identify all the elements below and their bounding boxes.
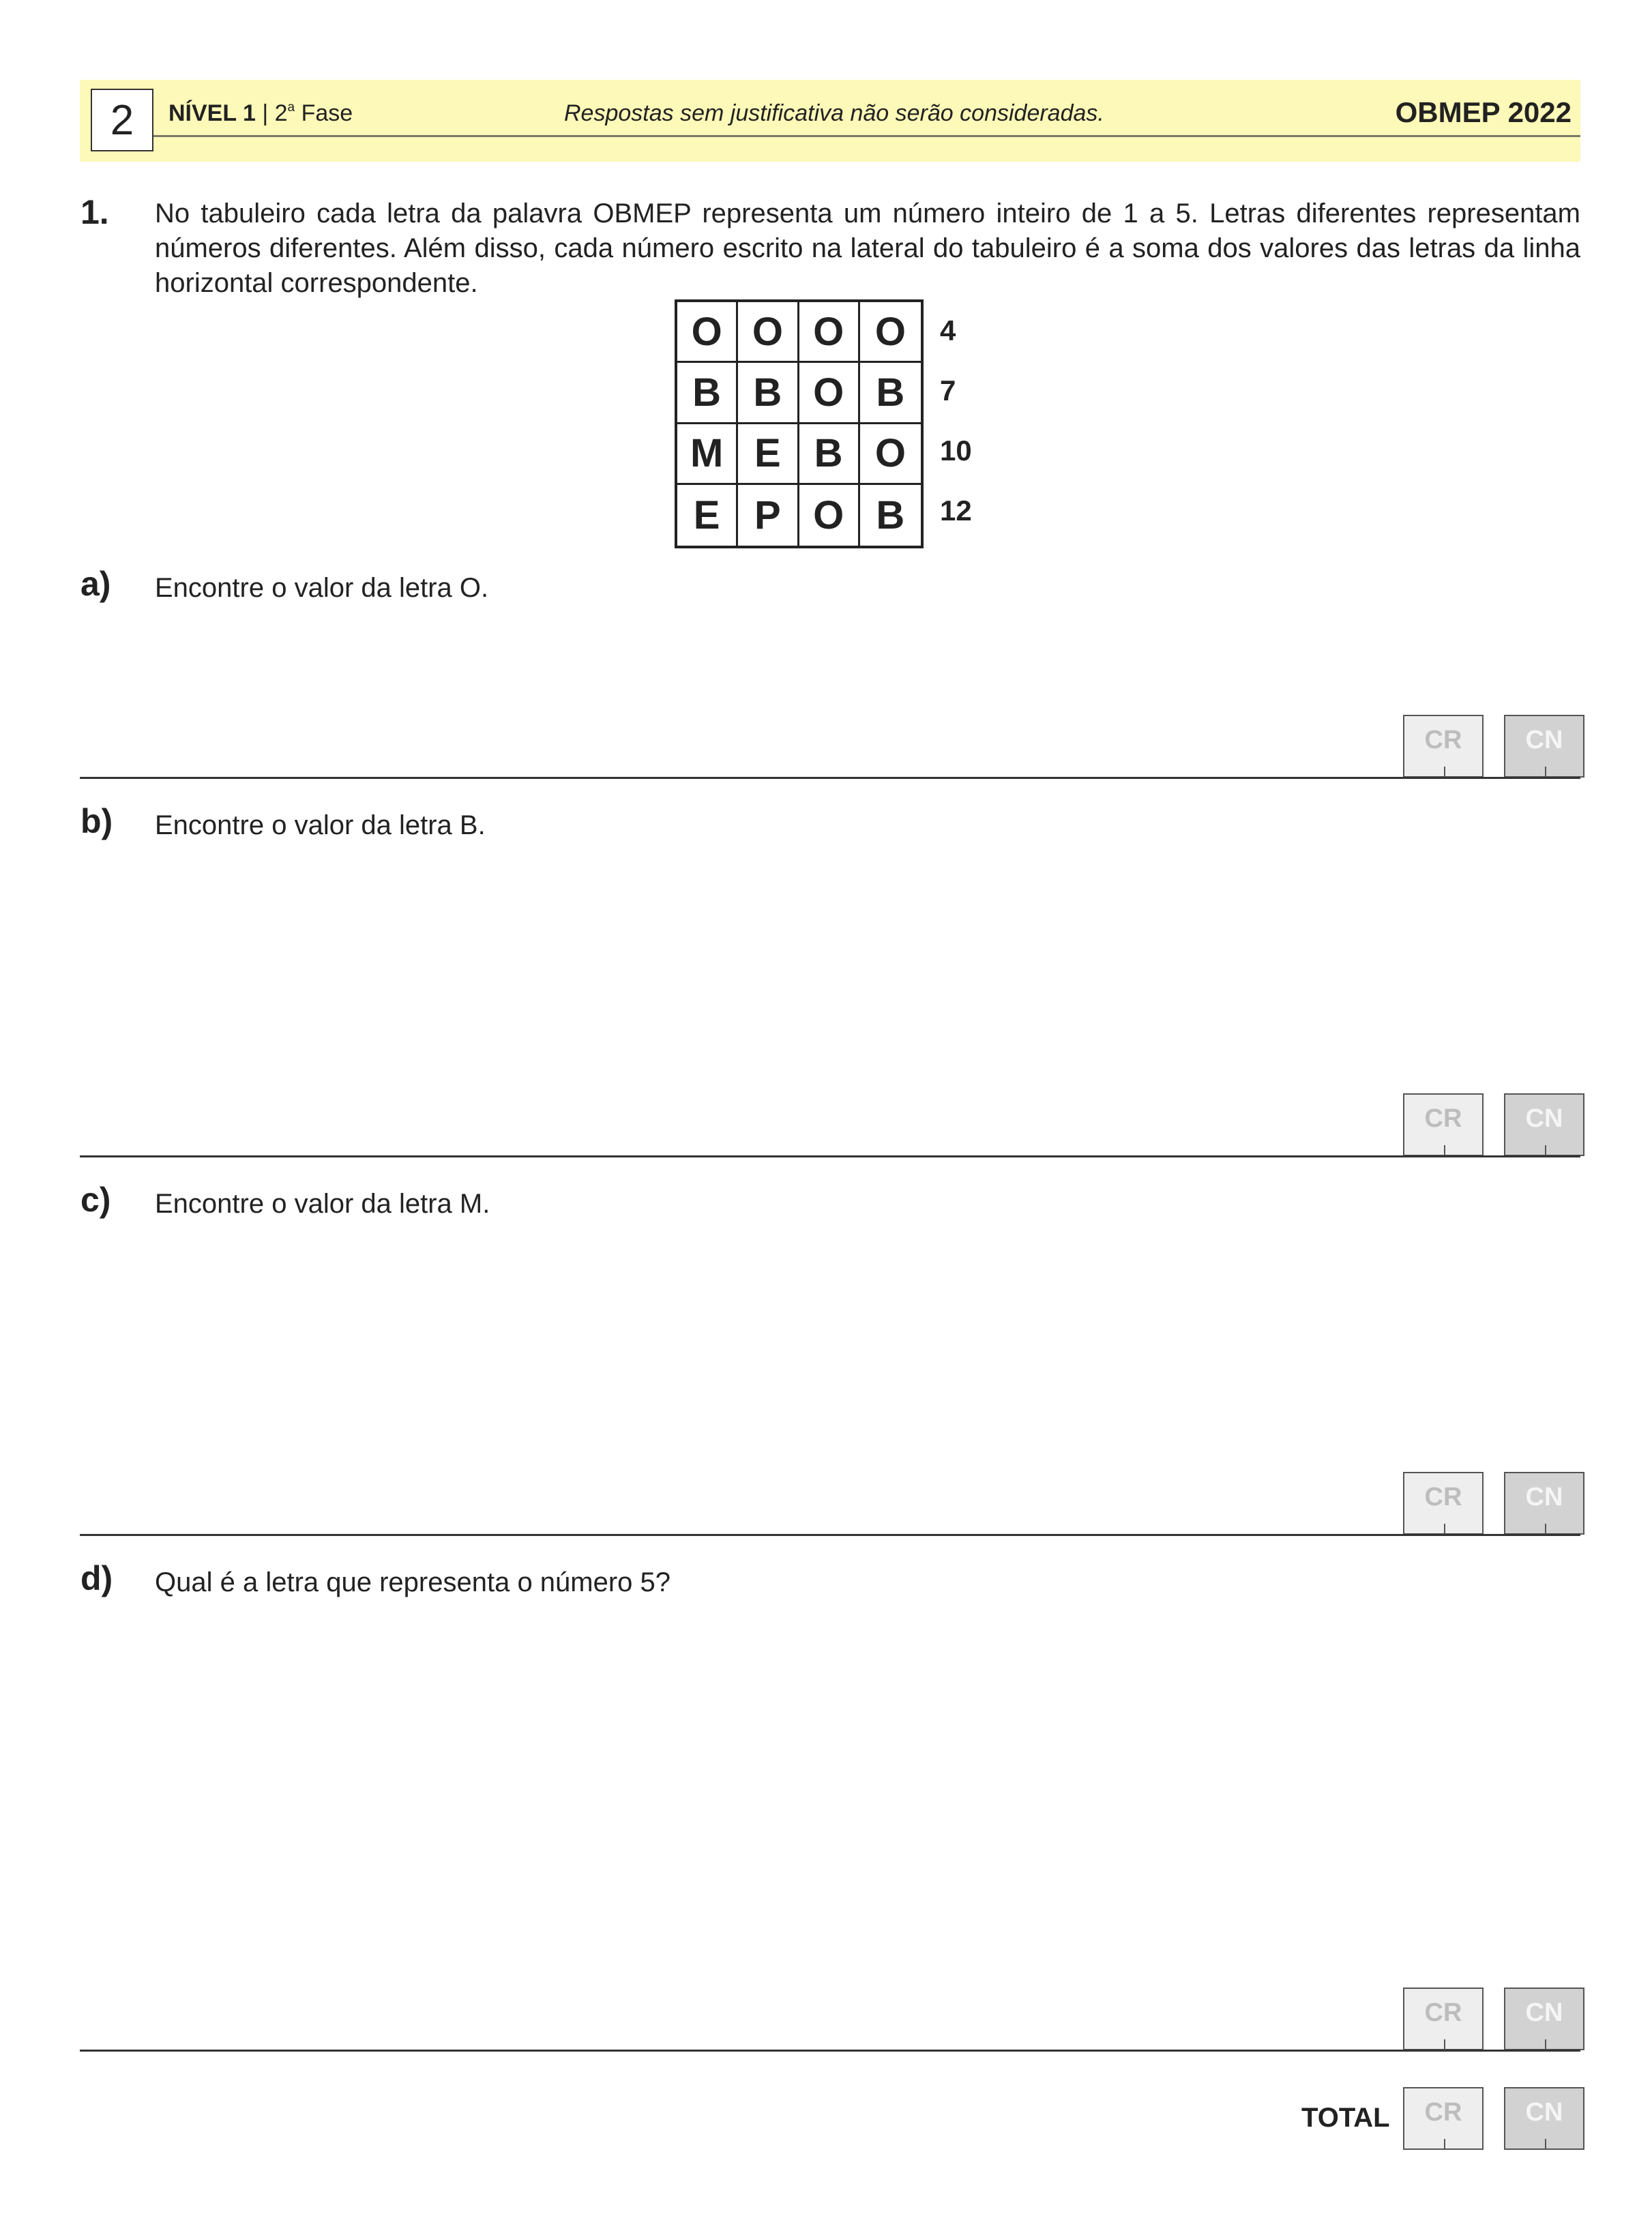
- board-cell: E: [677, 484, 739, 546]
- board-cell: E: [738, 424, 799, 485]
- answer-divider: [80, 1155, 1580, 1157]
- problem-statement: No tabuleiro cada letra da palavra OBMEP…: [155, 198, 1580, 298]
- score-cn-box[interactable]: CN: [1504, 715, 1584, 778]
- question-number: 1.: [80, 193, 109, 231]
- phase-ordinal: a: [287, 100, 295, 115]
- score-tick: [1444, 767, 1445, 776]
- phase-label: Fase: [301, 100, 353, 126]
- total-label: TOTAL: [1301, 2103, 1390, 2133]
- board-cell: B: [677, 363, 739, 424]
- board-cell: O: [859, 302, 921, 364]
- score-tick: [1444, 1145, 1445, 1155]
- level-phase: NÍVEL 1 | 2a Fase: [168, 100, 353, 127]
- item-b-label: b): [80, 802, 113, 840]
- score-cr-box[interactable]: CR: [1403, 1472, 1484, 1535]
- score-tick: [1545, 1145, 1546, 1155]
- letter-board: O O O O B B O B M E B O E P O B: [675, 299, 924, 548]
- board-cell: B: [876, 492, 905, 537]
- board-cell: B: [799, 424, 860, 485]
- board-cell: P: [738, 484, 799, 546]
- score-tick: [1545, 2039, 1546, 2049]
- score-tick: [1545, 1524, 1546, 1533]
- item-c-label: c): [80, 1181, 111, 1219]
- item-a-label: a): [80, 565, 111, 603]
- level-label: NÍVEL 1: [168, 100, 256, 126]
- phase-number: 2: [274, 100, 288, 126]
- score-cn-label: CN: [1525, 726, 1563, 754]
- item-b-text: Encontre o valor da letra B.: [155, 810, 486, 840]
- exam-title: OBMEP 2022: [1395, 96, 1572, 128]
- board-cell: O: [799, 484, 860, 546]
- score-cn-box[interactable]: CN: [1504, 1988, 1584, 2050]
- score-cn-label: CN: [1525, 2098, 1563, 2127]
- justification-notice: Respostas sem justificativa não serão co…: [564, 100, 1104, 126]
- item-d-label: d): [80, 1559, 113, 1597]
- answer-divider: [80, 777, 1580, 779]
- score-cn-label: CN: [1525, 1104, 1563, 1133]
- board-cell: B: [859, 363, 921, 424]
- score-cr-label: CR: [1424, 726, 1462, 754]
- level-separator: |: [262, 100, 269, 126]
- score-tick: [1444, 2039, 1445, 2049]
- answer-divider: [80, 1534, 1580, 1536]
- answer-divider: [80, 2050, 1580, 2052]
- board-cell: O: [677, 302, 739, 364]
- row-sum: 12: [940, 494, 972, 527]
- row-sum: 10: [940, 434, 972, 467]
- score-cr-label: CR: [1424, 1104, 1462, 1133]
- total-cr-box[interactable]: CR: [1403, 2087, 1484, 2150]
- row-sum: 7: [940, 374, 956, 407]
- score-cr-box[interactable]: CR: [1403, 1093, 1484, 1156]
- board-cell: O: [859, 424, 921, 485]
- board-cell: O: [799, 302, 860, 364]
- board-cell: O: [799, 363, 860, 424]
- score-cr-box[interactable]: CR: [1403, 1988, 1484, 2050]
- board-cell: O: [738, 302, 799, 364]
- header-divider: [143, 135, 1580, 137]
- score-cr-label: CR: [1424, 1483, 1462, 1511]
- board-cell: M: [677, 424, 739, 485]
- score-tick: [1545, 2139, 1546, 2148]
- score-cr-label: CR: [1424, 2098, 1462, 2127]
- score-cn-label: CN: [1525, 1483, 1563, 1511]
- score-cr-box[interactable]: CR: [1403, 715, 1484, 778]
- total-cn-box[interactable]: CN: [1504, 2087, 1584, 2150]
- score-tick: [1444, 1524, 1445, 1533]
- score-cn-box[interactable]: CN: [1504, 1093, 1584, 1156]
- score-tick: [1444, 2139, 1445, 2148]
- item-d-text: Qual é a letra que representa o número 5…: [155, 1567, 671, 1597]
- page-number: 2: [91, 89, 153, 151]
- score-cr-label: CR: [1424, 1998, 1462, 2027]
- item-a-text: Encontre o valor da letra O.: [155, 573, 489, 603]
- board-cell: B: [738, 363, 799, 424]
- score-cn-box[interactable]: CN: [1504, 1472, 1584, 1535]
- item-c-text: Encontre o valor da letra M.: [155, 1189, 490, 1219]
- score-cn-label: CN: [1525, 1998, 1563, 2027]
- score-tick: [1545, 767, 1546, 776]
- row-sum: 4: [940, 314, 956, 346]
